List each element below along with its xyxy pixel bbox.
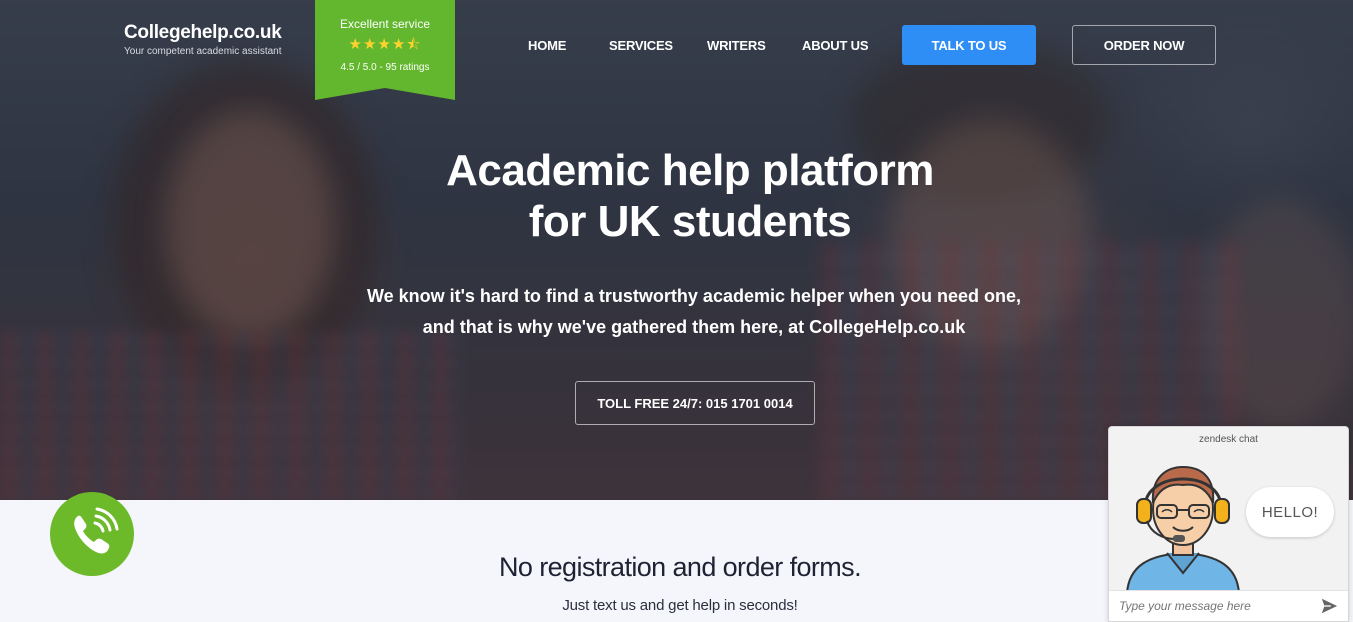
order-now-button[interactable]: ORDER NOW — [1072, 25, 1216, 65]
hero-section — [0, 0, 1353, 500]
logo-title: Collegehelp.co.uk — [124, 22, 282, 43]
agent-avatar-icon — [1125, 465, 1241, 593]
logo-subtitle: Your competent academic assistant — [124, 46, 282, 57]
chat-widget[interactable]: zendesk chat HELLO! — [1108, 426, 1349, 622]
chat-message-input[interactable] — [1119, 599, 1320, 613]
hero-title: Academic help platform for UK students — [340, 145, 1040, 247]
hero-title-line: for UK students — [528, 197, 852, 246]
site-logo[interactable]: Collegehelp.co.uk Your competent academi… — [124, 22, 282, 57]
nav-about-us[interactable]: ABOUT US — [802, 38, 868, 53]
rating-badge[interactable]: Excellent service ★★★★⯪ 4.5 / 5.0 - 95 r… — [315, 0, 455, 100]
section-title: No registration and order forms. — [499, 552, 862, 582]
hero-subtitle-line: and that is why we've gathered them here… — [422, 317, 966, 337]
rating-score: 4.5 / 5.0 - 95 ratings — [340, 62, 430, 73]
hero-overlay — [0, 0, 1353, 500]
chat-brand: zendesk chat — [1199, 434, 1258, 445]
nav-writers[interactable]: WRITERS — [707, 38, 766, 53]
nav-services[interactable]: SERVICES — [609, 38, 673, 53]
nav-home[interactable]: HOME — [528, 38, 566, 53]
chat-greeting-bubble: HELLO! — [1246, 487, 1334, 537]
send-icon[interactable] — [1320, 597, 1338, 615]
rating-title: Excellent service — [339, 17, 431, 31]
hero-title-line: Academic help platform — [446, 146, 934, 195]
tollfree-phone-button[interactable]: TOLL FREE 24/7: 015 1701 0014 — [575, 381, 815, 425]
chat-input-row — [1109, 590, 1348, 621]
call-button[interactable] — [50, 492, 134, 576]
hero-subtitle-line: We know it's hard to find a trustworthy … — [366, 286, 1022, 306]
rating-stars: ★★★★⯪ — [348, 36, 422, 53]
section-subtitle: Just text us and get help in seconds! — [562, 597, 798, 614]
hero-subtitle: We know it's hard to find a trustworthy … — [294, 281, 1094, 343]
talk-to-us-button[interactable]: TALK TO US — [902, 25, 1036, 65]
phone-icon — [74, 507, 119, 554]
